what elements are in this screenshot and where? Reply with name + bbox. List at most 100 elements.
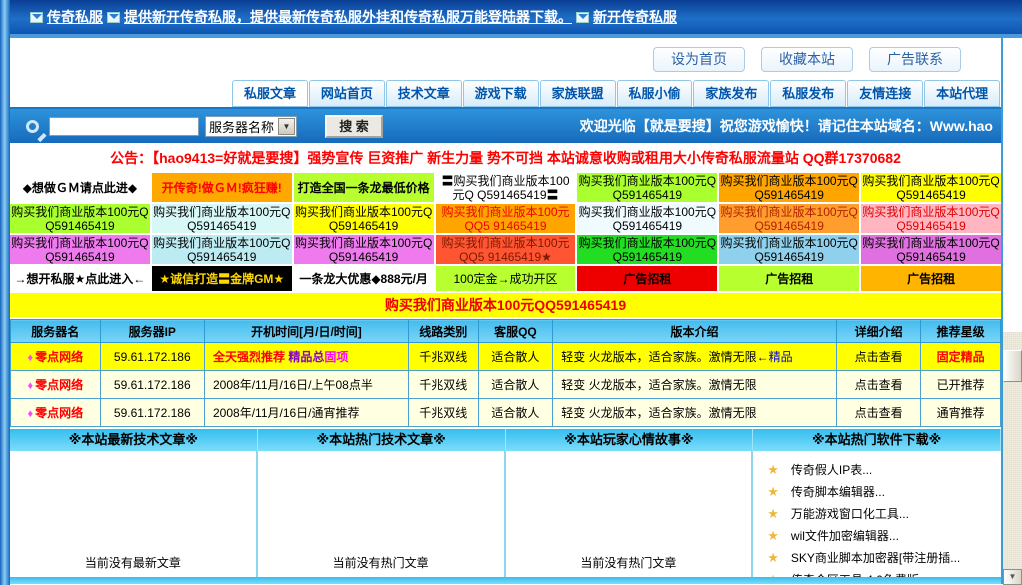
version-segment: 轻变 火龙版本，适合家族。激情无限 <box>561 406 756 420</box>
open-time-cell: 全天强烈推荐 精品总固项 <box>205 343 409 371</box>
section-header-2: ※本站玩家心情故事※ <box>506 429 754 451</box>
title-link-1[interactable]: 提供新开传奇私服，提供最新传奇私服外挂和传奇私服万能登陆器下载。 <box>124 7 572 27</box>
server-table-col-header-0: 服务器名 <box>11 320 101 343</box>
empty-message: 当前没有热门文章 <box>258 554 504 571</box>
tab-私服文章[interactable]: 私服文章 <box>232 80 308 107</box>
ad-cell-r0-c2[interactable]: 打造全国一条龙最低价格 <box>294 173 434 202</box>
mail-icon <box>107 12 120 23</box>
ad-cell-r3-c2[interactable]: 一条龙大优惠◆888元/月 <box>294 266 434 291</box>
detail-link[interactable]: 点击查看 <box>855 350 903 364</box>
ad-cell-r0-c0[interactable]: ◆想做ＧＭ请点此进◆ <box>10 173 150 202</box>
search-type-value: 服务器名称 <box>206 117 277 136</box>
ad-cell-r3-c5[interactable]: 广告招租 <box>719 266 859 291</box>
search-bar: 服务器名称 ▼ 搜 索 欢迎光临【就是要搜】祝您游戏愉快！请记住本站域名：Www… <box>10 107 1001 143</box>
tab-家族联盟[interactable]: 家族联盟 <box>540 80 616 107</box>
ad-cell-r3-c4[interactable]: 广告招租 <box>577 266 717 291</box>
ad-cell-r2-c3[interactable]: 购买我们商业版本100元QQ5 91465419★ <box>436 235 576 264</box>
star-icon: ★ <box>767 462 779 477</box>
ad-cell-r2-c2[interactable]: 购买我们商业版本100元Q Q591465419 <box>294 235 434 264</box>
scrollbar-thumb[interactable] <box>1003 350 1022 382</box>
tab-家族发布[interactable]: 家族发布 <box>693 80 769 107</box>
server-ip-cell: 59.61.172.186 <box>100 343 204 371</box>
ad-cell-r1-c1[interactable]: 购买我们商业版本100元Q Q591465419 <box>152 204 292 233</box>
nav-tabs: 私服文章网站首页技术文章游戏下载家族联盟私服小偷家族发布私服发布友情连接本站代理 <box>10 80 1001 107</box>
buy-banner[interactable]: 购买我们商业版本100元QQ591465419 <box>10 293 1001 317</box>
download-item[interactable]: ★传奇脚本编辑器... <box>767 481 1001 503</box>
version-segment: 轻变 火龙版本，适合家族。激情无限← <box>561 350 768 364</box>
ad-cell-r1-c2[interactable]: 购买我们商业版本100元Q Q591465419 <box>294 204 434 233</box>
tab-网站首页[interactable]: 网站首页 <box>309 80 385 107</box>
ad-cell-r0-c3[interactable]: 〓购买我们商业版本100元Q Q591465419〓 <box>436 173 576 202</box>
scrollbar-down-button[interactable]: ▼ <box>1003 569 1022 585</box>
line-type-cell: 千兆双线 <box>408 343 478 371</box>
time-segment: 全天强烈推荐 <box>213 350 288 364</box>
server-name-cell: ♦零点网络 <box>11 399 101 427</box>
search-button[interactable]: 搜 索 <box>325 115 383 138</box>
announcement: 公告：【hao9413=好就是要搜】强势宣传 巨资推广 新生力量 势不可挡 本站… <box>10 143 1001 173</box>
star-icon: ★ <box>767 550 779 565</box>
tab-私服小偷[interactable]: 私服小偷 <box>617 80 693 107</box>
ad-cell-r3-c0[interactable]: →想开私服★点此进入← <box>10 266 150 291</box>
title-link-0[interactable]: 传奇私服 <box>47 7 103 27</box>
bottom-column-0: 当前没有最新文章 <box>10 451 258 577</box>
vertical-scrollbar[interactable]: ▼ <box>1003 332 1022 585</box>
download-item[interactable]: ★传奇合区工具 4.0免费版... <box>767 569 1001 577</box>
ad-cell-r1-c4[interactable]: 购买我们商业版本100元Q Q591465419 <box>577 204 717 233</box>
star-level-cell: 固定精品 <box>921 343 1001 371</box>
server-table-col-header-4: 客服QQ <box>478 320 553 343</box>
search-icon <box>26 120 39 133</box>
window-left-frame <box>0 0 10 585</box>
ad-cell-r1-c3[interactable]: 购买我们商业版本100元QQ5 91465419 <box>436 204 576 233</box>
download-item[interactable]: ★ SKY商业脚本加密器[带注册插... <box>767 547 1001 569</box>
line-type-cell: 千兆双线 <box>408 399 478 427</box>
gem-icon: ♦ <box>27 352 33 364</box>
tab-技术文章[interactable]: 技术文章 <box>386 80 462 107</box>
ad-cell-r2-c4[interactable]: 购买我们商业版本100元Q Q591465419 <box>577 235 717 264</box>
server-name-link[interactable]: 零点网络 <box>35 406 83 420</box>
tab-本站代理[interactable]: 本站代理 <box>924 80 1000 107</box>
download-item-label: SKY商业脚本加密器[带注册插... <box>791 551 960 565</box>
ad-cell-r1-c0[interactable]: 购买我们商业版本100元Q Q591465419 <box>10 204 150 233</box>
server-name-cell: ♦零点网络 <box>11 343 101 371</box>
header-button-2[interactable]: 广告联系 <box>869 47 961 72</box>
server-name-link[interactable]: 零点网络 <box>35 350 83 364</box>
ad-cell-r1-c5[interactable]: 购买我们商业版本100元Q Q591465419 <box>719 204 859 233</box>
server-name-cell: ♦零点网络 <box>11 371 101 399</box>
ad-cell-r0-c6[interactable]: 购买我们商业版本100元Q Q591465419 <box>861 173 1001 202</box>
title-link-2[interactable]: 新开传奇私服 <box>593 7 677 27</box>
header-button-0[interactable]: 设为首页 <box>653 47 745 72</box>
line-type-cell: 千兆双线 <box>408 371 478 399</box>
header-button-1[interactable]: 收藏本站 <box>761 47 853 72</box>
ad-cell-r0-c5[interactable]: 购买我们商业版本100元Q Q591465419 <box>719 173 859 202</box>
star-icon: ★ <box>767 506 779 521</box>
server-table-col-header-7: 推荐星级 <box>921 320 1001 343</box>
tab-私服发布[interactable]: 私服发布 <box>770 80 846 107</box>
mail-icon <box>576 12 589 23</box>
tab-游戏下载[interactable]: 游戏下载 <box>463 80 539 107</box>
ad-cell-r0-c4[interactable]: 购买我们商业版本100元Q Q591465419 <box>577 173 717 202</box>
ad-cell-r3-c6[interactable]: 广告招租 <box>861 266 1001 291</box>
download-item[interactable]: ★ 万能游戏窗口化工具... <box>767 503 1001 525</box>
detail-link[interactable]: 点击查看 <box>855 378 903 392</box>
empty-message: 当前没有热门文章 <box>506 554 752 571</box>
ad-cell-r2-c0[interactable]: 购买我们商业版本100元Q Q591465419 <box>10 235 150 264</box>
search-type-select[interactable]: 服务器名称 ▼ <box>205 116 297 137</box>
bottom-column-2: 当前没有热门文章 <box>506 451 754 577</box>
download-item-label: 万能游戏窗口化工具... <box>791 507 909 521</box>
ad-cell-r3-c1[interactable]: ★诚信打造〓金牌GM★ <box>152 266 292 291</box>
download-item[interactable]: ★wil文件加密编辑器... <box>767 525 1001 547</box>
ad-cell-r0-c1[interactable]: 开传奇!做ＧＭ!疯狂赚! <box>152 173 292 202</box>
download-item[interactable]: ★传奇假人IP表... <box>767 459 1001 481</box>
ad-cell-r3-c3[interactable]: 100定金→成功开区 <box>436 266 576 291</box>
ad-cell-r2-c1[interactable]: 购买我们商业版本100元Q Q591465419 <box>152 235 292 264</box>
server-name-link[interactable]: 零点网络 <box>35 378 83 392</box>
ad-cell-r1-c6[interactable]: 购买我们商业版本100元Q Q591465419 <box>861 204 1001 233</box>
version-cell: 轻变 火龙版本，适合家族。激情无限←精品 <box>553 343 837 371</box>
tab-友情连接[interactable]: 友情连接 <box>847 80 923 107</box>
service-qq-cell: 适合散人 <box>478 399 553 427</box>
ad-cell-r2-c6[interactable]: 购买我们商业版本100元Q Q591465419 <box>861 235 1001 264</box>
open-time-cell: 2008年/11月/16日/上午08点半 <box>205 371 409 399</box>
detail-link[interactable]: 点击查看 <box>855 406 903 420</box>
ad-cell-r2-c5[interactable]: 购买我们商业版本100元Q Q591465419 <box>719 235 859 264</box>
search-input[interactable] <box>49 117 199 136</box>
